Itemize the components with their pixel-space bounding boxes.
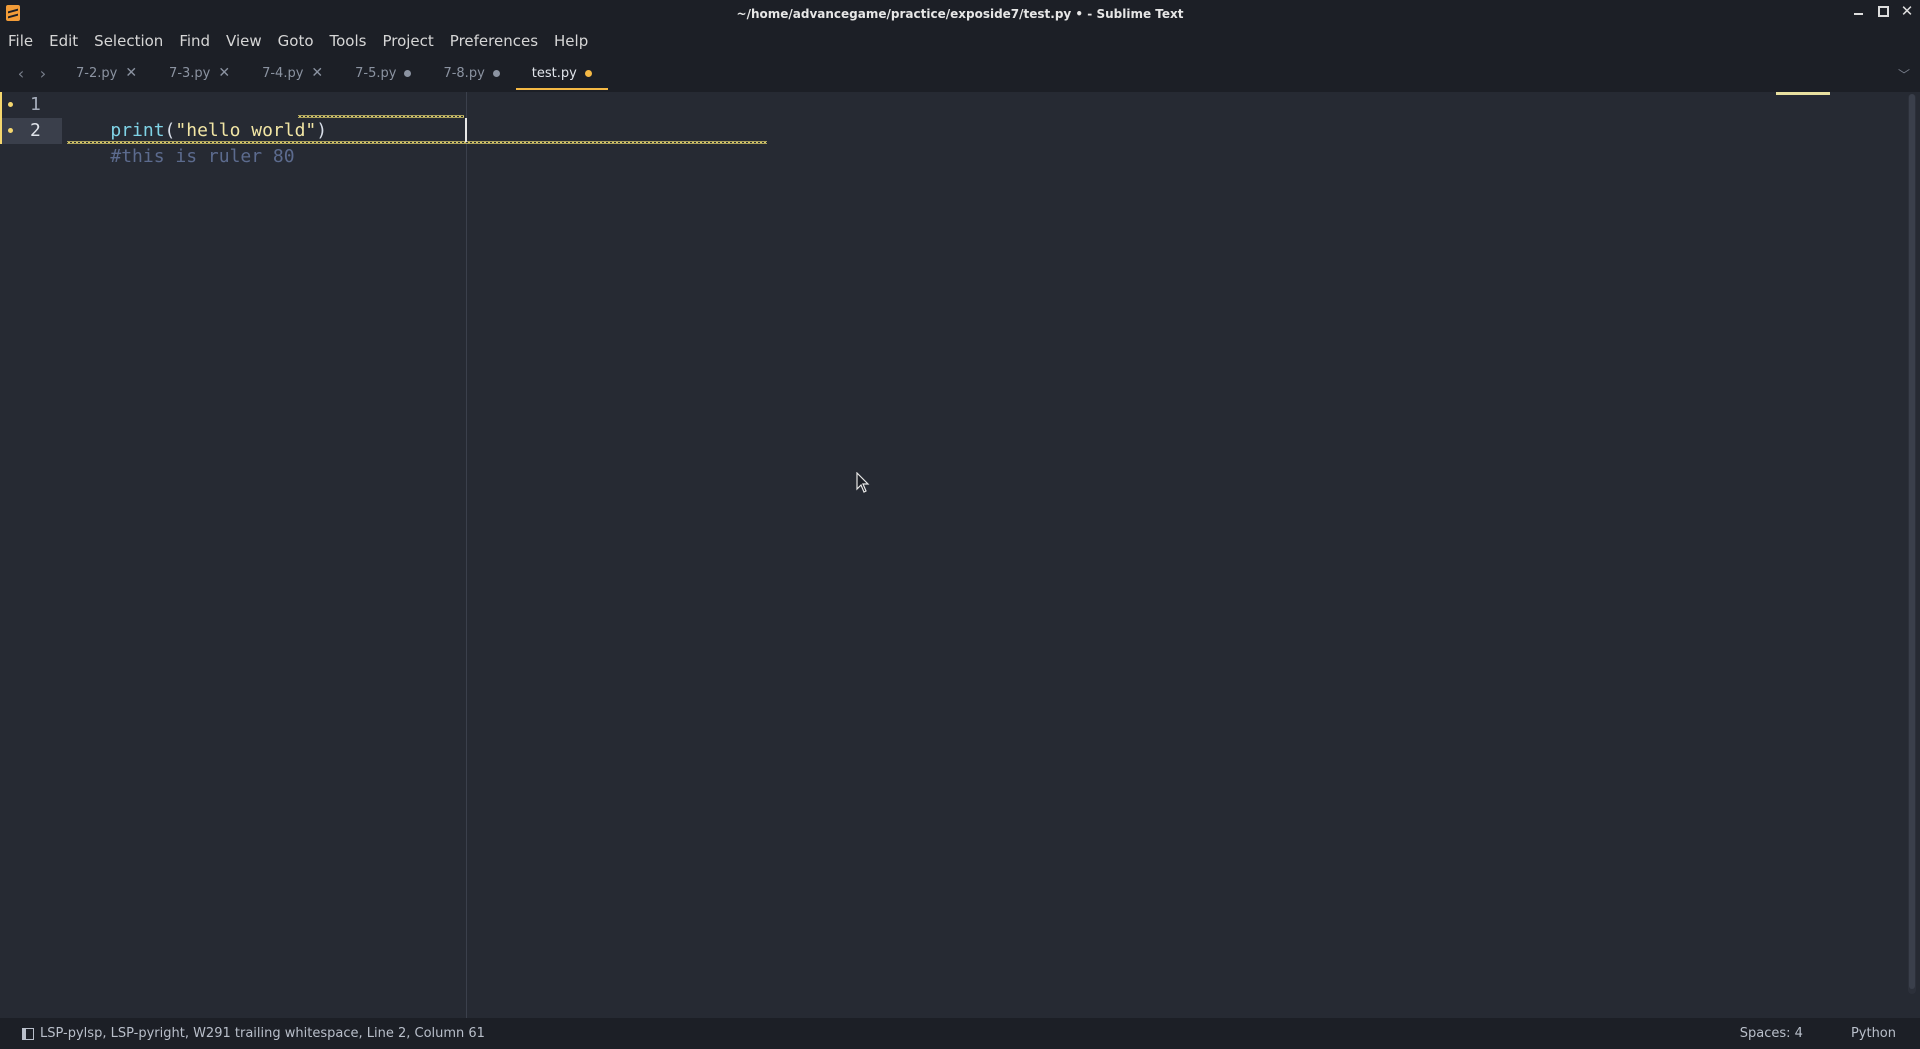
close-window-icon[interactable]: ✕ xyxy=(1900,4,1914,19)
tab-label: 7-4.py xyxy=(262,65,304,81)
minimap-viewport[interactable] xyxy=(1776,92,1830,95)
menu-bar: File Edit Selection Find View Goto Tools… xyxy=(0,28,1920,54)
tab-label: test.py xyxy=(531,65,577,81)
menu-find[interactable]: Find xyxy=(171,32,218,50)
modified-dot-icon[interactable] xyxy=(404,69,412,77)
tab-7-5[interactable]: 7-5.py xyxy=(339,54,427,92)
tab-label: 7-3.py xyxy=(169,65,211,81)
tab-label: 7-5.py xyxy=(355,65,397,81)
tab-label: 7-2.py xyxy=(76,65,118,81)
maximize-icon[interactable] xyxy=(1876,4,1890,18)
scrollbar-thumb[interactable] xyxy=(1909,94,1915,989)
menu-edit[interactable]: Edit xyxy=(41,32,86,50)
modified-dot-icon[interactable] xyxy=(584,69,592,77)
comment-token: #this is ruler 80 xyxy=(110,146,295,167)
menu-file[interactable]: File xyxy=(0,32,41,50)
tab-test[interactable]: test.py xyxy=(515,54,608,92)
lint-squiggle xyxy=(67,141,767,144)
close-tab-icon[interactable]: ✕ xyxy=(311,65,323,81)
tab-bar: ‹ › 7-2.py ✕ 7-3.py ✕ 7-4.py ✕ 7-5.py 7-… xyxy=(0,54,1920,92)
mouse-pointer-icon xyxy=(856,472,870,493)
lint-squiggle xyxy=(298,115,464,118)
menu-project[interactable]: Project xyxy=(374,32,441,50)
line-number: 2 xyxy=(0,118,62,144)
menu-selection[interactable]: Selection xyxy=(86,32,171,50)
status-right: Spaces: 4 Python xyxy=(1716,1018,1920,1049)
tab-7-3[interactable]: 7-3.py ✕ xyxy=(153,54,246,92)
menu-goto[interactable]: Goto xyxy=(270,32,322,50)
panel-toggle-icon[interactable] xyxy=(22,1027,34,1040)
status-bar: LSP-pylsp, LSP-pyright, W291 trailing wh… xyxy=(0,1018,1920,1049)
indentation-setting[interactable]: Spaces: 4 xyxy=(1716,1026,1827,1041)
close-tab-icon[interactable]: ✕ xyxy=(125,65,137,81)
sublime-logo-icon xyxy=(6,5,20,21)
menu-preferences[interactable]: Preferences xyxy=(442,32,546,50)
menu-help[interactable]: Help xyxy=(546,32,596,50)
chevron-left-icon[interactable]: ‹ xyxy=(10,64,32,83)
title-bar: ~/home/advancegame/practice/exposide7/te… xyxy=(0,0,1920,28)
modified-line-icon xyxy=(8,128,13,133)
modified-dot-icon[interactable] xyxy=(492,69,500,77)
menu-view[interactable]: View xyxy=(218,32,270,50)
paren-token: ) xyxy=(316,120,328,141)
window-controls: ✕ xyxy=(1852,4,1914,19)
text-caret xyxy=(465,118,467,142)
editor-area[interactable]: 1 2 print("hello world") #this is ruler … xyxy=(0,92,1920,1018)
chevron-right-icon[interactable]: › xyxy=(32,64,54,83)
tab-label: 7-8.py xyxy=(443,65,485,81)
ruler-80 xyxy=(466,92,467,1018)
window-title: ~/home/advancegame/practice/exposide7/te… xyxy=(736,7,1184,21)
line-number: 1 xyxy=(0,92,62,118)
modified-line-icon xyxy=(8,102,13,107)
menu-tools[interactable]: Tools xyxy=(322,32,375,50)
close-tab-icon[interactable]: ✕ xyxy=(218,65,230,81)
tab-7-8[interactable]: 7-8.py xyxy=(427,54,515,92)
code-line[interactable]: print("hello world") xyxy=(67,92,327,141)
syntax-selector[interactable]: Python xyxy=(1827,1026,1920,1041)
minimize-icon[interactable] xyxy=(1852,4,1866,18)
status-message: LSP-pylsp, LSP-pyright, W291 trailing wh… xyxy=(40,1026,485,1041)
line-gutter: 1 2 xyxy=(0,92,64,1018)
tab-list: 7-2.py ✕ 7-3.py ✕ 7-4.py ✕ 7-5.py 7-8.py… xyxy=(60,54,608,92)
tab-7-2[interactable]: 7-2.py ✕ xyxy=(60,54,153,92)
chevron-down-icon[interactable]: ﹀ xyxy=(1898,66,1910,83)
tab-7-4[interactable]: 7-4.py ✕ xyxy=(246,54,339,92)
